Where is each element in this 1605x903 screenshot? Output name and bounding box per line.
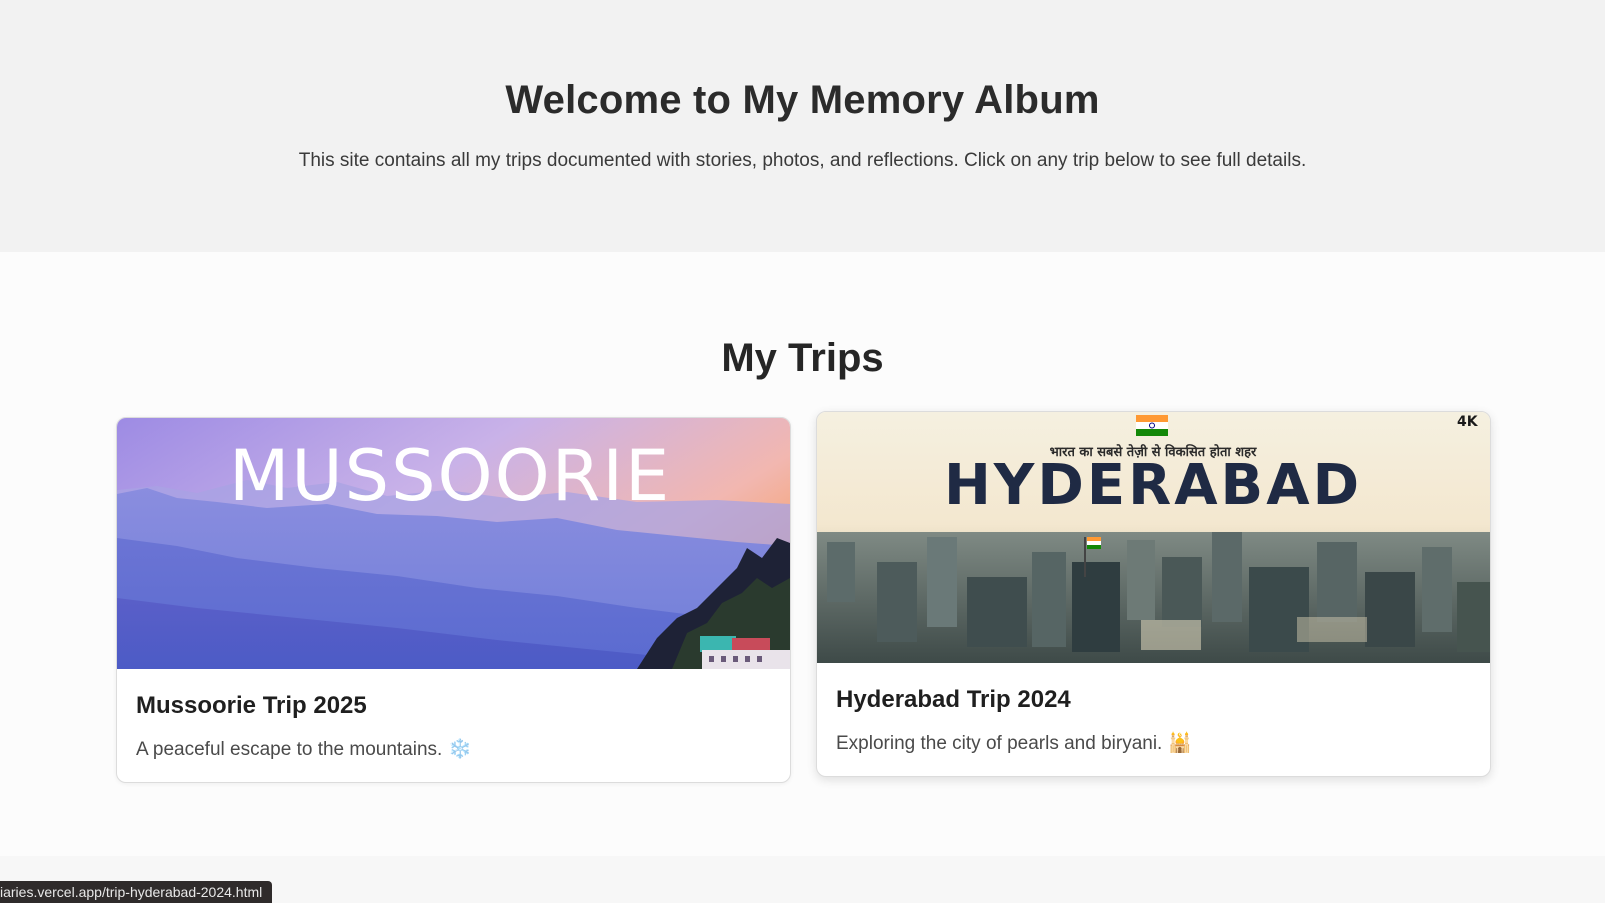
page-title: Welcome to My Memory Album xyxy=(505,78,1100,122)
snowflake-icon: ❄️ xyxy=(448,738,472,760)
trip-card-hyderabad[interactable]: भारत का सबसे तेज़ी से विकसित होता शहर HY… xyxy=(816,411,1491,777)
mosque-icon: 🕌 xyxy=(1168,732,1193,754)
hero-banner: Welcome to My Memory Album This site con… xyxy=(0,0,1605,252)
section-title-my-trips: My Trips xyxy=(721,336,884,380)
trip-description: A peaceful escape to the mountains. ❄️ xyxy=(136,738,472,760)
trip-description: Exploring the city of pearls and biryani… xyxy=(836,732,1193,754)
status-bar-url: iaries.vercel.app/trip-hyderabad-2024.ht… xyxy=(0,881,273,903)
trip-card-mussoorie[interactable]: MUSSOORIE Mussoorie Trip 2025 A peaceful… xyxy=(116,417,791,783)
trip-image-hyderabad[interactable]: भारत का सबसे तेज़ी से विकसित होता शहर HY… xyxy=(817,412,1490,663)
trip-title[interactable]: Mussoorie Trip 2025 xyxy=(136,692,367,720)
trip-image-mussoorie[interactable]: MUSSOORIE xyxy=(117,418,790,669)
badge-4k: 4K xyxy=(1457,414,1479,430)
image-text-mussoorie: MUSSOORIE xyxy=(229,435,671,517)
trip-title[interactable]: Hyderabad Trip 2024 xyxy=(836,686,1071,714)
page-subtitle: This site contains all my trips document… xyxy=(298,150,1307,171)
image-text-hyderabad: HYDERABAD xyxy=(944,453,1362,518)
